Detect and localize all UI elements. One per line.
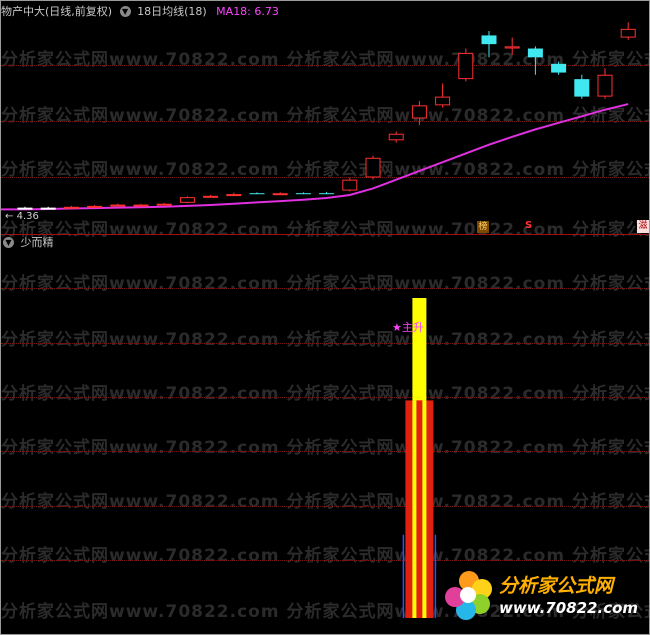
indicator-name[interactable]: 少而精 bbox=[21, 236, 54, 249]
flower-logo-icon bbox=[445, 571, 492, 620]
indicator-header: ▼ 少而精 bbox=[1, 234, 54, 252]
candle-body bbox=[40, 207, 56, 210]
candle-body bbox=[620, 28, 636, 38]
candle-body bbox=[319, 193, 335, 195]
stock-label: 物产中大(日线,前复权) bbox=[1, 5, 113, 18]
indicator-red-core bbox=[416, 400, 423, 618]
edge-marker[interactable]: 滋 bbox=[637, 220, 649, 233]
site-logo: 分析家公式网 www.70822.com bbox=[441, 567, 641, 627]
ma-period-label[interactable]: 18日均线(18) bbox=[137, 5, 207, 18]
bang-marker[interactable]: 榜 bbox=[477, 221, 489, 233]
candle-body bbox=[272, 193, 288, 196]
candle-body bbox=[110, 204, 126, 207]
s-marker[interactable]: S bbox=[525, 220, 532, 231]
candle-body bbox=[527, 48, 543, 58]
price-label: ← 4.36 bbox=[5, 211, 39, 222]
candle-body bbox=[551, 63, 567, 73]
candle-body bbox=[411, 105, 427, 119]
ma18-line bbox=[1, 103, 629, 211]
candle-body bbox=[156, 203, 172, 206]
chevron-down-icon[interactable]: ▼ bbox=[119, 5, 131, 17]
candle-body bbox=[133, 204, 149, 207]
ma-value-label: MA18: 6.73 bbox=[216, 5, 279, 18]
logo-title: 分析家公式网 bbox=[499, 575, 614, 597]
candle-body bbox=[597, 74, 613, 97]
signal-label: ★主升 bbox=[392, 321, 424, 334]
chart-window: 分析家公式网www.70822.com 分析家公式网www.70822.com … bbox=[0, 0, 650, 635]
candle-body bbox=[249, 193, 265, 195]
candle-body bbox=[295, 193, 311, 195]
candle-body bbox=[504, 46, 520, 49]
candle-body bbox=[388, 133, 404, 141]
candle-body bbox=[458, 52, 474, 80]
candle-body bbox=[365, 157, 381, 178]
candle-body bbox=[17, 207, 33, 210]
candle-body bbox=[179, 197, 195, 203]
candle-body bbox=[87, 205, 103, 208]
price-label-value: 4.36 bbox=[16, 211, 39, 222]
price-header: 物产中大(日线,前复权) ▼ 18日均线(18) MA18: 6.73 bbox=[1, 3, 279, 21]
logo-url: www.70822.com bbox=[499, 599, 639, 617]
chevron-down-icon[interactable]: ▼ bbox=[3, 236, 14, 248]
candle-body bbox=[574, 79, 590, 97]
candle-body bbox=[342, 179, 358, 191]
candle-body bbox=[435, 96, 451, 106]
kline-chart bbox=[1, 22, 636, 618]
candle-body bbox=[226, 194, 242, 197]
candle-body bbox=[481, 35, 497, 45]
arrow-left-icon: ← bbox=[5, 211, 14, 222]
candle-body bbox=[63, 206, 79, 209]
candle-body bbox=[203, 195, 219, 198]
